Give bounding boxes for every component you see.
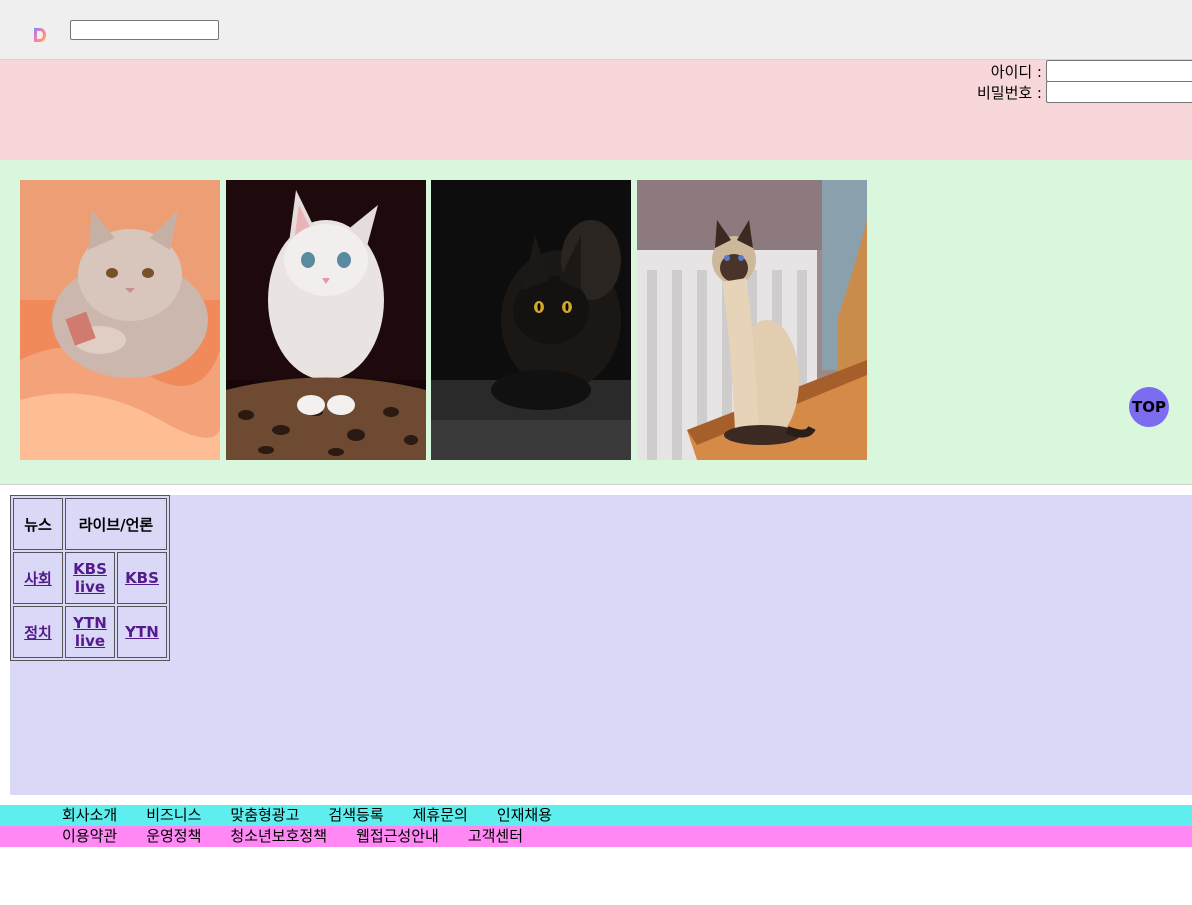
id-label: 아이디 : — [990, 62, 1042, 81]
login-area: 아이디 : 비밀번호 : — [0, 60, 1192, 160]
cat-photo-siamese — [637, 180, 867, 460]
link-kbs[interactable]: KBS — [125, 569, 159, 587]
footer-link-partnership[interactable]: 제휴문의 — [413, 805, 468, 826]
scroll-top-button[interactable]: TOP — [1129, 387, 1169, 427]
password-label: 비밀번호 : — [976, 83, 1042, 102]
footer-link-customer-center[interactable]: 고객센터 — [468, 826, 523, 847]
footer-link-youth-protection[interactable]: 청소년보호정책 — [230, 826, 327, 847]
news-section: 뉴스 라이브/언론 사회 KBS live KBS 정치 YTN live YT… — [10, 495, 1192, 795]
password-field[interactable] — [1046, 81, 1192, 103]
link-ytn-live[interactable]: YTN live — [73, 614, 107, 650]
cat-photo-black — [431, 180, 631, 460]
footer-link-ads[interactable]: 맞춤형광고 — [230, 805, 299, 826]
table-cell: KBS — [117, 552, 167, 604]
link-society[interactable]: 사회 — [24, 570, 52, 588]
footer-link-accessibility[interactable]: 웹접근성안내 — [356, 826, 439, 847]
table-header-news: 뉴스 — [13, 498, 63, 550]
footer-link-terms[interactable]: 이용약관 — [62, 826, 117, 847]
table-row: 정치 YTN live YTN — [13, 606, 167, 658]
footer-link-policy[interactable]: 운영정책 — [146, 826, 201, 847]
id-field[interactable] — [1046, 60, 1192, 82]
search-input[interactable] — [70, 20, 219, 40]
table-cell: YTN live — [65, 606, 115, 658]
footer-link-careers[interactable]: 인재채용 — [497, 805, 552, 826]
footer-link-search-register[interactable]: 검색등록 — [328, 805, 383, 826]
table-cell: YTN — [117, 606, 167, 658]
login-id-row: 아이디 : — [991, 60, 1192, 82]
footer-row-2: 이용약관 운영정책 청소년보호정책 웹접근성안내 고객센터 — [0, 826, 1192, 847]
news-table: 뉴스 라이브/언론 사회 KBS live KBS 정치 YTN live YT… — [10, 495, 170, 661]
table-cell: 정치 — [13, 606, 63, 658]
login-pw-row: 비밀번호 : — [977, 81, 1192, 103]
cat-photo-fluffy-gray — [20, 180, 220, 460]
logo-icon[interactable] — [32, 26, 48, 44]
cat-gallery: TOP — [0, 160, 1192, 485]
top-bar — [0, 0, 1192, 60]
link-kbs-live[interactable]: KBS live — [73, 560, 107, 596]
table-header-live: 라이브/언론 — [65, 498, 167, 550]
table-cell: 사회 — [13, 552, 63, 604]
footer-link-business[interactable]: 비즈니스 — [146, 805, 201, 826]
footer-row-1: 회사소개 비즈니스 맞춤형광고 검색등록 제휴문의 인재채용 — [0, 805, 1192, 826]
table-header-row: 뉴스 라이브/언론 — [13, 498, 167, 550]
link-politics[interactable]: 정치 — [24, 624, 52, 642]
link-ytn[interactable]: YTN — [125, 623, 159, 641]
footer-link-company[interactable]: 회사소개 — [62, 805, 117, 826]
cat-photo-white-kitten — [226, 180, 426, 460]
table-cell: KBS live — [65, 552, 115, 604]
table-row: 사회 KBS live KBS — [13, 552, 167, 604]
